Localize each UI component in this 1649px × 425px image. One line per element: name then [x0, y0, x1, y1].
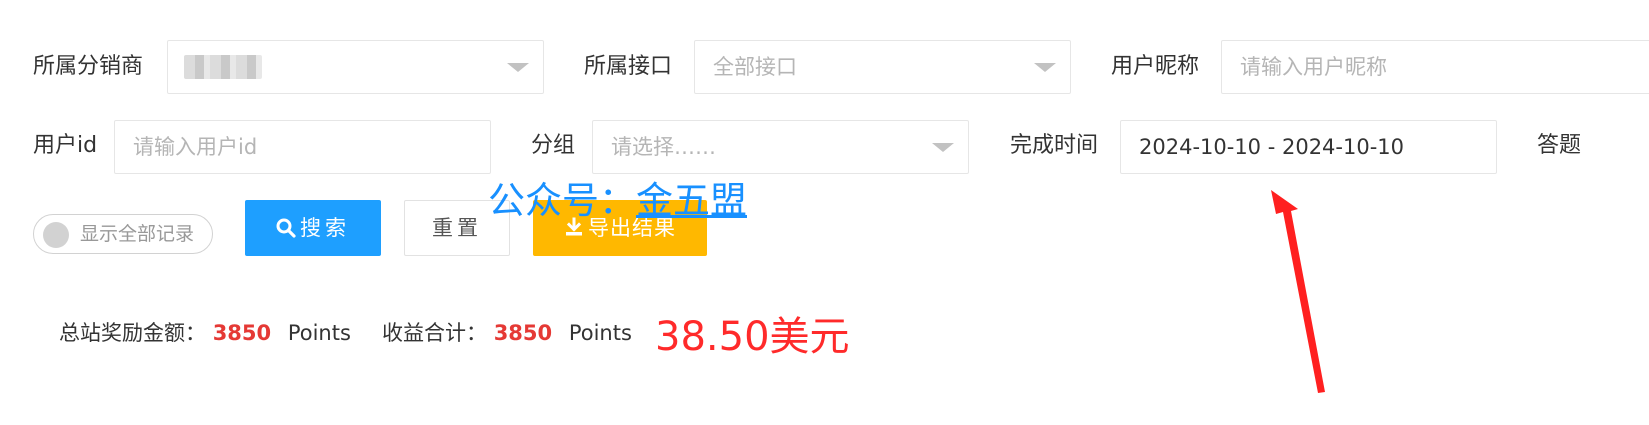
annotation-arrow: [1271, 190, 1325, 393]
